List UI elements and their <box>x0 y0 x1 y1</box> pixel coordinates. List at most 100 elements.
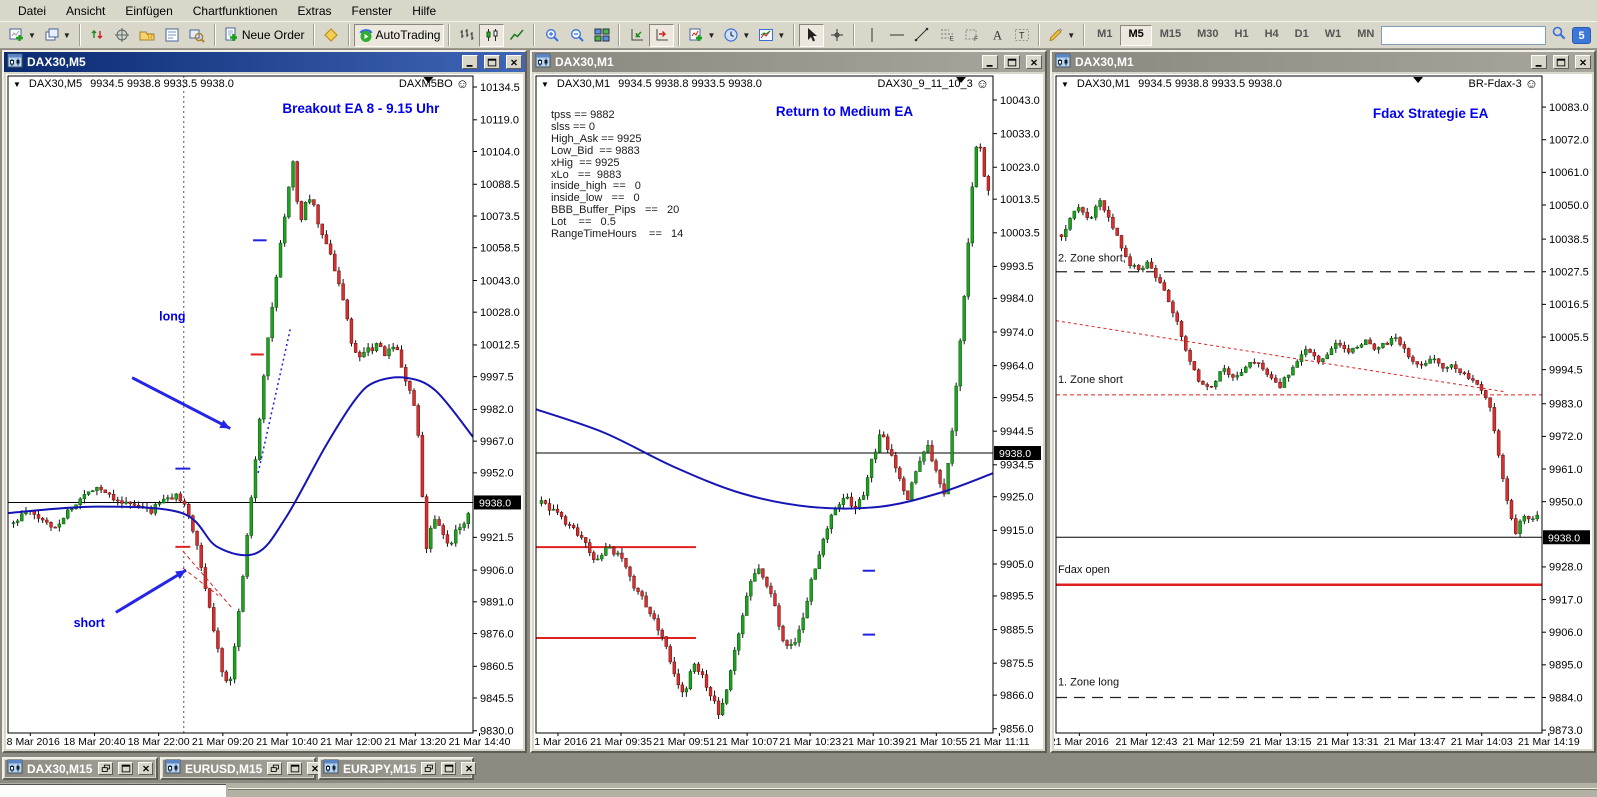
close-button[interactable] <box>461 762 477 775</box>
minimize-button[interactable] <box>462 55 478 69</box>
search-icon[interactable] <box>1551 25 1567 46</box>
zoom-out-button[interactable] <box>564 24 589 47</box>
minimized-title: EURJPY,M15 <box>343 761 417 776</box>
maximize-button[interactable] <box>118 762 133 775</box>
price-axis-tick: 10038.5 <box>1549 234 1589 246</box>
draw-objects-button[interactable]: F <box>959 24 984 47</box>
close-button[interactable] <box>506 55 522 69</box>
draw-hline-button[interactable] <box>884 24 909 47</box>
chart-ohlc-info[interactable]: ▼ DAX30,M1 9934.5 9938.8 9933.5 9938.0 <box>1061 78 1282 90</box>
price-axis-tick: 10027.5 <box>1549 267 1589 279</box>
ea-name-label[interactable]: DAXM5BO ☺ <box>399 77 469 90</box>
time-axis-label: 21 Mar 14:40 <box>449 736 511 748</box>
menu-ansicht[interactable]: Ansicht <box>56 1 115 21</box>
restore-button[interactable] <box>267 762 283 775</box>
terminal-button[interactable] <box>160 24 185 47</box>
chart-line-button[interactable] <box>504 24 529 47</box>
chart-canvas[interactable]: ▼ DAX30,M1 9934.5 9938.8 9933.5 9938.0 B… <box>1054 74 1592 749</box>
new-order-button[interactable]: Neue Order <box>220 24 309 47</box>
maximize-button[interactable] <box>1553 55 1569 69</box>
metaeditor-button[interactable] <box>319 24 344 47</box>
zoom-in-button[interactable] <box>539 24 564 47</box>
timeframe-mn-button[interactable]: MN <box>1349 25 1382 46</box>
minimized-chart-eurjpym15[interactable]: EURJPY,M15 <box>318 757 477 780</box>
draw-label-button[interactable]: T <box>1009 24 1034 47</box>
close-button[interactable] <box>138 762 153 775</box>
timeframe-m5-button[interactable]: M5 <box>1120 24 1152 46</box>
time-axis-label: 21 Mar 2016 <box>1054 736 1109 748</box>
maximize-button[interactable] <box>287 762 303 775</box>
minimize-button[interactable] <box>1531 55 1547 69</box>
auto-scroll-button[interactable] <box>624 24 649 47</box>
navigator-button[interactable] <box>135 24 160 47</box>
timeframe-w1-button[interactable]: W1 <box>1317 25 1350 46</box>
maximize-button[interactable] <box>484 55 500 69</box>
data-window-button[interactable] <box>110 24 135 47</box>
templates-button[interactable]: ▼ <box>754 24 789 47</box>
price-axis-tick: 9891.0 <box>480 597 514 609</box>
market-watch-button[interactable] <box>85 24 110 47</box>
autotrading-button[interactable]: AutoTrading <box>353 23 445 47</box>
price-axis-tick: 10061.0 <box>1549 167 1589 179</box>
menu-extras[interactable]: Extras <box>287 1 341 21</box>
chart-ohlc-info[interactable]: ▼ DAX30,M5 9934.5 9938.8 9933.5 9938.0 <box>13 78 234 90</box>
symbol-dropdown-icon[interactable]: ▼ <box>13 80 21 89</box>
chart-ohlc-info[interactable]: ▼ DAX30,M1 9934.5 9938.8 9933.5 9938.0 <box>541 78 762 90</box>
svg-text:F: F <box>974 36 978 43</box>
menu-einfgen[interactable]: Einfügen <box>115 1 182 21</box>
draw-fibo-button[interactable]: E <box>934 24 959 47</box>
chart-plot[interactable]: Breakout EA 8 - 9.15 Uhr long short 10134.5… <box>6 74 523 749</box>
window-titlebar[interactable]: DAX30,M1 <box>532 52 1045 72</box>
close-button[interactable] <box>1575 55 1591 69</box>
symbol-dropdown-icon[interactable]: ▼ <box>541 80 549 89</box>
window-titlebar[interactable]: DAX30,M5 <box>4 52 525 72</box>
timeframe-h4-button[interactable]: H4 <box>1257 25 1287 46</box>
chevron-down-icon: ▼ <box>28 30 36 40</box>
draw-trendline-button[interactable] <box>909 24 934 47</box>
close-button[interactable] <box>1026 55 1042 69</box>
menu-datei[interactable]: Datei <box>8 1 56 21</box>
menu-fenster[interactable]: Fenster <box>342 1 403 21</box>
current-price-value: 9938.0 <box>479 497 511 509</box>
ea-name-label[interactable]: BR-Fdax-3 ☺ <box>1469 77 1538 90</box>
timeframe-m30-button[interactable]: M30 <box>1189 25 1226 46</box>
symbol-dropdown-icon[interactable]: ▼ <box>1061 80 1069 89</box>
restore-button[interactable] <box>98 762 113 775</box>
price-axis-tick: 9961.0 <box>1549 464 1583 476</box>
timeframe-h1-button[interactable]: H1 <box>1227 25 1257 46</box>
indicators-button[interactable]: ▼ <box>684 24 719 47</box>
chart-canvas[interactable]: ▼ DAX30,M1 9934.5 9938.8 9933.5 9938.0 D… <box>534 74 1043 749</box>
crosshair-button[interactable] <box>824 24 849 47</box>
timeframe-m15-button[interactable]: M15 <box>1152 25 1189 46</box>
periods-button[interactable]: ▼ <box>719 24 754 47</box>
menu-chartfunktionen[interactable]: Chartfunktionen <box>183 1 288 21</box>
draw-text-button[interactable]: A <box>984 24 1009 47</box>
label-zone1-long: 1. Zone long <box>1058 677 1119 689</box>
minimized-chart-eurusdm15[interactable]: EURUSD,M15 <box>160 757 323 780</box>
window-titlebar[interactable]: DAX30,M1 <box>1052 52 1594 72</box>
cursor-button[interactable] <box>799 23 825 47</box>
restore-button[interactable] <box>421 762 437 775</box>
timeframe-m1-button[interactable]: M1 <box>1089 25 1120 46</box>
new-chart-button[interactable]: ▼ <box>5 24 40 47</box>
profiles-button[interactable]: ▼ <box>40 24 75 47</box>
chart-bars-button[interactable] <box>454 24 479 47</box>
search-input[interactable] <box>1381 26 1546 45</box>
chart-plot[interactable]: 2. Zone short, 1. Zone short Fdax open 1. Z… <box>1054 74 1592 749</box>
styles-button[interactable]: ▼ <box>1044 24 1079 47</box>
chart-candles-button[interactable] <box>479 23 505 47</box>
strategy-tester-button[interactable] <box>185 24 210 47</box>
minimized-chart-dax30m15[interactable]: DAX30,M15 <box>2 757 158 780</box>
chart-canvas[interactable]: ▼ DAX30,M5 9934.5 9938.8 9933.5 9938.0 D… <box>6 74 523 749</box>
chart-shift-button[interactable] <box>649 23 675 47</box>
community-notification-badge[interactable]: 5 <box>1572 27 1591 44</box>
maximize-button[interactable] <box>441 762 457 775</box>
maximize-button[interactable] <box>1004 55 1020 69</box>
minimize-button[interactable] <box>982 55 998 69</box>
timeframe-d1-button[interactable]: D1 <box>1287 25 1317 46</box>
ea-name-label[interactable]: DAX30_9_11_10_3 ☺ <box>878 77 990 90</box>
menu-hilfe[interactable]: Hilfe <box>402 1 446 21</box>
draw-vline-button[interactable] <box>859 24 884 47</box>
tile-windows-button[interactable] <box>589 24 614 47</box>
chart-symbol: DAX30,M1 <box>556 78 611 90</box>
